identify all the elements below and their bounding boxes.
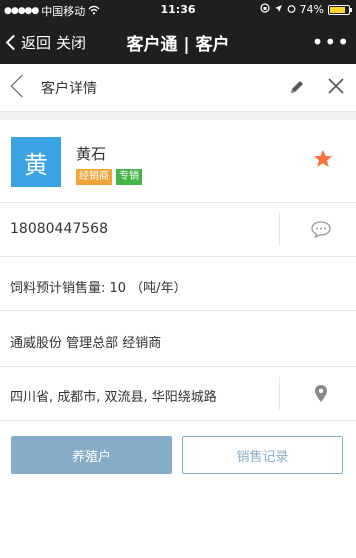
lock-rotation-icon (259, 3, 270, 16)
address: 四川省, 成都市, 双流县, 华阳绕城路 (10, 390, 217, 405)
customer-name: 黄石 (76, 145, 107, 163)
organization-row: 通威股份 管理总部 经销商 (0, 311, 356, 367)
sales-volume-row: 饲料预计销售量: 10 （吨/年） (0, 257, 356, 311)
page-title: 客户详情 (41, 81, 97, 97)
page-header: 客户详情 (0, 64, 356, 112)
phone-row[interactable]: 18080447568 (0, 203, 356, 257)
location-arrow-icon (274, 3, 283, 16)
sales-volume: 饲料预计销售量: 10 （吨/年） (10, 281, 187, 296)
nav-title: 客户通 | 客户 (126, 35, 230, 55)
status-right: 74% (259, 3, 352, 16)
close-icon[interactable] (326, 76, 346, 100)
alarm-icon (287, 3, 296, 16)
back-chevron-icon[interactable] (10, 74, 34, 98)
status-bar: ●●●●● 中国移动 11:36 74% (0, 0, 356, 20)
phone-number[interactable]: 18080447568 (10, 221, 108, 237)
battery-icon (328, 4, 352, 15)
avatar: 黄 (11, 137, 61, 187)
edit-icon[interactable] (288, 78, 306, 100)
section-gap (0, 112, 356, 120)
customer-profile: 黄 黄石 经销商 专销 (0, 120, 356, 203)
location-pin-icon[interactable] (314, 384, 328, 407)
nav-bar: 返回 关闭 客户通 | 客户 ••• (0, 20, 356, 64)
address-row[interactable]: 四川省, 成都市, 双流县, 华阳绕城路 (0, 367, 356, 421)
organization: 通威股份 管理总部 经销商 (10, 336, 162, 351)
divider (279, 213, 280, 246)
battery-percent: 74% (299, 3, 324, 16)
farmer-button[interactable]: 养殖户 (11, 436, 172, 474)
action-buttons: 养殖户 销售记录 (0, 421, 356, 491)
message-icon[interactable] (310, 220, 332, 242)
customer-tags: 经销商 专销 (76, 169, 142, 185)
star-icon[interactable] (313, 149, 333, 173)
sales-record-button[interactable]: 销售记录 (182, 436, 343, 474)
tag-dealer: 经销商 (76, 169, 112, 185)
divider (279, 377, 280, 410)
tag-exclusive: 专销 (116, 169, 142, 185)
more-button[interactable]: ••• (312, 30, 350, 54)
